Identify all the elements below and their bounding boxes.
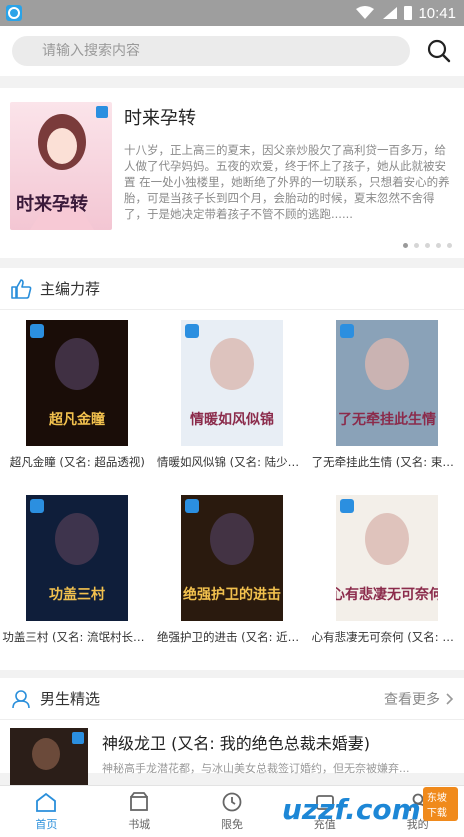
book-title[interactable]: 功盖三村 (又名: 流氓村长的... [2, 629, 152, 645]
book-cover-title: 了无牵挂此生情 [338, 411, 436, 428]
boy-book-title[interactable]: 神级龙卫 (又名: 我的绝色总裁未婚妻) [102, 730, 454, 754]
book-cover-title: 超凡金瞳 [48, 411, 105, 428]
book-card[interactable]: 情暖如风似锦情暖如风似锦 (又名: 陆少的... [155, 320, 310, 495]
editor-picks-title: 主编力荐 [40, 280, 101, 298]
book-cover-title: 绝强护卫的进击 [183, 586, 281, 603]
carousel-dot[interactable] [414, 243, 419, 248]
view-more-link[interactable]: 查看更多 [384, 689, 454, 709]
book-cover-art: 心有悲凄无可奈何 [336, 513, 438, 603]
app-notification-icon [6, 5, 22, 21]
search-box[interactable] [12, 36, 410, 66]
book-cover[interactable]: 绝强护卫的进击 [180, 495, 283, 621]
editor-picks-section: 主编力荐 超凡金瞳 超凡金瞳 (又名: 超品透视) 情暖如风似锦 情暖如风似锦 (又名… [0, 268, 464, 670]
book-title[interactable]: 情暖如风似锦 (又名: 陆少的... [157, 454, 307, 470]
search-icon[interactable] [426, 38, 452, 64]
thumbs-up-icon [11, 278, 32, 299]
app-badge-icon [184, 324, 199, 338]
book-cover-title: 心有悲凄无可奈何 [336, 586, 438, 603]
tab-home[interactable]: 首页 [0, 786, 93, 837]
app-badge-icon [30, 499, 45, 513]
watermark-logo: uzzf.com 东坡下载 [282, 787, 458, 831]
wifi-icon [356, 6, 375, 19]
carousel-indicator [403, 243, 452, 248]
carousel-dot[interactable] [436, 243, 441, 248]
book-cover[interactable]: 功盖三村 [26, 495, 129, 621]
featured-cover[interactable]: 时来孕转 [10, 102, 112, 230]
search-input[interactable] [42, 43, 410, 59]
featured-banner[interactable]: 时来孕转 时来孕转 十八岁，正上高三的夏末，因父亲炒股欠了高利贷一百多万，给人做… [0, 88, 464, 258]
book-card[interactable]: 了无牵挂此生情了无牵挂此生情 (又名: 束手... [309, 320, 464, 495]
tab-bookstore[interactable]: 书城 [93, 786, 186, 837]
featured-title[interactable]: 时来孕转 [124, 104, 454, 130]
book-cover[interactable]: 了无牵挂此生情 [335, 320, 438, 446]
book-cover-art: 超凡金瞳 [48, 338, 105, 428]
app-badge-icon [339, 324, 354, 338]
book-cover[interactable]: 情暖如风似锦 [180, 320, 283, 446]
boy-book-cover[interactable] [10, 728, 88, 788]
battery-icon [404, 6, 413, 20]
book-card[interactable]: 功盖三村功盖三村 (又名: 流氓村长的... [0, 495, 155, 670]
tab-label: 首页 [35, 818, 58, 831]
watermark-logo-text: uzzf.com [282, 792, 421, 826]
editor-picks-grid: 超凡金瞳 超凡金瞳 (又名: 超品透视) 情暖如风似锦 情暖如风似锦 (又名: 陆少的… [0, 310, 464, 670]
user-icon [12, 689, 30, 708]
signal-icon [383, 7, 398, 19]
book-cover-title: 情暖如风似锦 [190, 411, 274, 428]
book-title[interactable]: 绝强护卫的进击 (又名: 近身... [157, 629, 307, 645]
book-cover-art: 情暖如风似锦 [190, 338, 274, 428]
chevron-right-icon [446, 692, 454, 705]
featured-cover-title: 时来孕转 [16, 193, 88, 215]
tab-free[interactable]: 限免 [186, 786, 279, 837]
tab-label: 书城 [128, 818, 151, 831]
bookstore-icon [130, 792, 149, 811]
boy-book-description: 神秘高手龙潜花都，与冰山美女总裁签订婚约，但无奈被嫌弃... [102, 762, 410, 775]
book-cover-title: 功盖三村 [49, 586, 105, 603]
book-title[interactable]: 超凡金瞳 (又名: 超品透视) [2, 454, 152, 470]
carousel-dot[interactable] [403, 243, 408, 248]
boy-book-cover-art [10, 728, 88, 788]
clock-time: 10:41 [418, 4, 456, 22]
featured-info: 时来孕转 十八岁，正上高三的夏末，因父亲炒股欠了高利贷一百多万，给人做了代孕妈妈… [124, 102, 454, 244]
featured-description: 十八岁，正上高三的夏末，因父亲炒股欠了高利贷一百多万，给人做了代孕妈妈。五夜的欢… [124, 143, 450, 221]
book-title[interactable]: 了无牵挂此生情 (又名: 束手... [312, 454, 462, 470]
search-bar [0, 26, 464, 76]
clock-icon [222, 792, 242, 812]
app-badge-icon [339, 499, 354, 513]
view-more-label: 查看更多 [384, 691, 440, 708]
editor-picks-header: 主编力荐 [0, 268, 464, 310]
app-badge-icon [30, 324, 45, 338]
carousel-dot[interactable] [425, 243, 430, 248]
boy-book-info: 神级龙卫 (又名: 我的绝色总裁未婚妻) 神秘高手龙潜花都，与冰山美女总裁签订婚… [102, 728, 454, 788]
book-cover-art: 绝强护卫的进击 [183, 513, 281, 603]
status-indicators: 10:41 [356, 5, 456, 22]
boys-picks-section: 男生精选 查看更多 神级龙卫 (又名: 我的绝色总裁未婚妻) 神秘高手龙潜花都，… [0, 678, 464, 788]
book-card[interactable]: 心有悲凄无可奈何心有悲凄无可奈何 (又名: 此... [309, 495, 464, 670]
book-card[interactable]: 超凡金瞳超凡金瞳 (又名: 超品透视) [0, 320, 155, 495]
tab-label: 限免 [220, 818, 243, 831]
book-cover[interactable]: 心有悲凄无可奈何 [335, 495, 438, 621]
book-card[interactable]: 绝强护卫的进击绝强护卫的进击 (又名: 近身... [155, 495, 310, 670]
app-badge-icon [184, 499, 199, 513]
book-cover-art: 了无牵挂此生情 [338, 338, 436, 428]
featured-cover-art: 时来孕转 [10, 102, 112, 230]
home-icon [36, 792, 57, 812]
boys-picks-header: 男生精选 查看更多 [0, 678, 464, 720]
watermark-badge: 东坡下载 [422, 787, 458, 821]
status-bar: 10:41 [0, 0, 464, 26]
book-cover[interactable]: 超凡金瞳 [26, 320, 129, 446]
carousel-dot[interactable] [447, 243, 452, 248]
book-cover-art: 功盖三村 [49, 513, 105, 603]
book-title[interactable]: 心有悲凄无可奈何 (又名: 此... [312, 629, 462, 645]
boys-picks-title: 男生精选 [40, 690, 101, 708]
